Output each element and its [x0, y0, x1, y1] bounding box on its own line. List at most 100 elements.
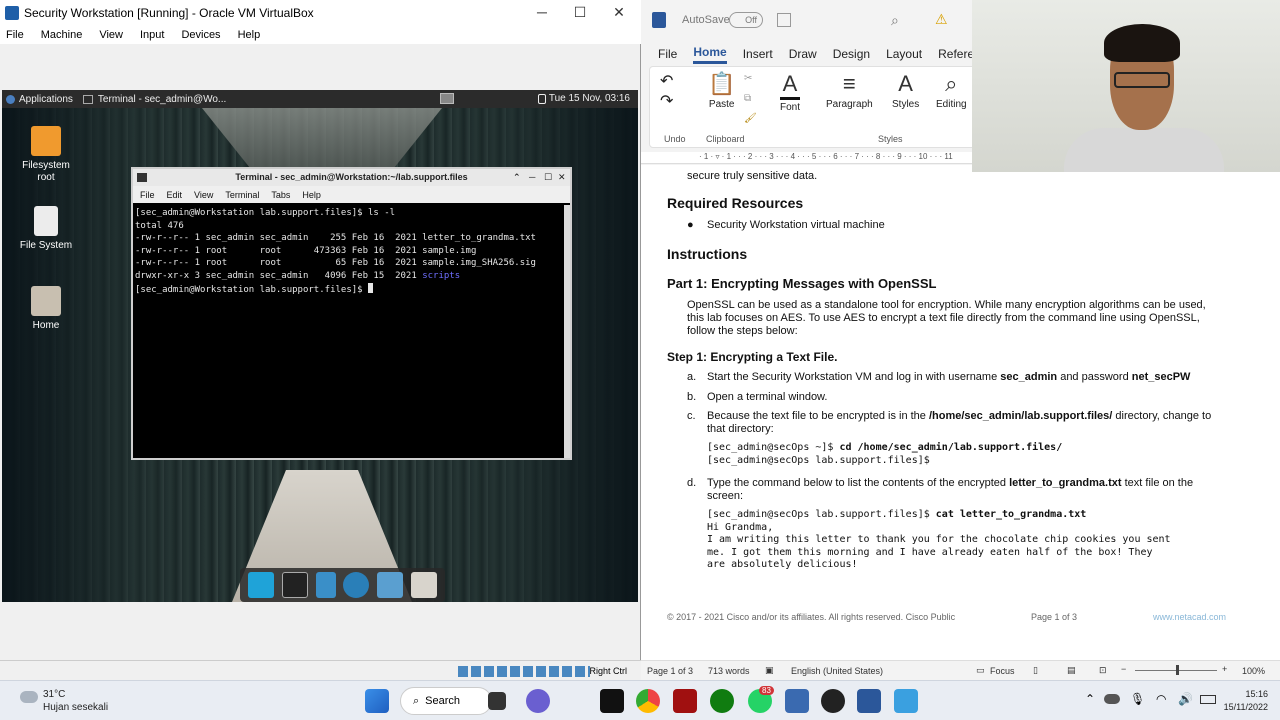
terminal-menu-view[interactable]: View	[194, 190, 213, 200]
search-icon[interactable]	[377, 572, 404, 598]
search-icon[interactable]: ⌕	[891, 12, 899, 29]
terminal-launcher-icon[interactable]	[281, 572, 308, 598]
browser-icon[interactable]	[343, 572, 370, 598]
zoom-out-icon[interactable]: −	[1121, 664, 1126, 674]
status-language[interactable]: English (United States)	[791, 666, 883, 676]
panel-task-terminal[interactable]: Terminal - sec_admin@Wo...	[98, 94, 226, 105]
task-view-icon[interactable]	[488, 692, 506, 710]
battery-icon[interactable]	[1200, 695, 1216, 704]
print-layout-icon[interactable]: ▤	[1067, 665, 1076, 676]
tab-layout[interactable]: Layout	[886, 47, 922, 61]
terminal-window[interactable]: Terminal - sec_admin@Workstation:~/lab.s…	[131, 167, 572, 460]
status-focus[interactable]: Focus	[990, 666, 1015, 676]
desktop-icon-home[interactable]: Home	[16, 286, 76, 331]
autosave-toggle[interactable]: Off	[729, 12, 763, 28]
terminal-scrollbar[interactable]	[564, 205, 570, 458]
chevron-up-icon[interactable]: ⌃	[1085, 692, 1095, 706]
heading-required-resources: Required Resources	[667, 195, 804, 211]
desktop-icon-filesystem-root[interactable]: Filesystem root	[16, 126, 76, 184]
app-red-icon[interactable]	[673, 689, 697, 713]
maximize-icon[interactable]: ☐	[565, 4, 595, 21]
onedrive-icon[interactable]	[1104, 694, 1120, 704]
status-zoom[interactable]: 100%	[1242, 666, 1265, 676]
wifi-icon[interactable]: ◠	[1156, 692, 1166, 706]
xbox-icon[interactable]	[710, 689, 734, 713]
desktop-icon[interactable]	[247, 572, 274, 598]
volume-icon[interactable]: 🔊	[1178, 692, 1193, 706]
code-block-c: [sec_admin@secOps ~]$ cd /home/sec_admin…	[707, 442, 1267, 467]
vbox-titlebar[interactable]: Security Workstation [Running] - Oracle …	[0, 0, 641, 26]
home-folder-icon	[31, 286, 61, 316]
windows-start-icon[interactable]	[365, 689, 389, 713]
terminal-dir-meta: drwxr-xr-x 3 sec_admin sec_admin 4096 Fe…	[135, 270, 423, 281]
warning-icon[interactable]: ⚠	[935, 11, 948, 28]
tab-insert[interactable]: Insert	[743, 47, 773, 61]
editing-button[interactable]: ⌕ Editing	[936, 71, 967, 110]
file-manager-icon[interactable]	[315, 572, 336, 598]
vbox-menu-view[interactable]: View	[99, 29, 123, 41]
folder-icon[interactable]	[411, 572, 438, 598]
applications-icon	[6, 94, 15, 104]
undo-icon[interactable]: ↶	[660, 71, 673, 91]
maximize-icon[interactable]: ☐	[544, 169, 552, 186]
notion-icon[interactable]	[600, 689, 624, 713]
web-layout-icon[interactable]: ⊡	[1099, 665, 1107, 676]
status-words[interactable]: 713 words	[708, 666, 750, 676]
read-mode-icon[interactable]: ▯	[1033, 665, 1038, 676]
vbox-menu-file[interactable]: File	[6, 29, 24, 41]
close-icon[interactable]: ✕	[604, 4, 634, 21]
tab-draw[interactable]: Draw	[789, 47, 817, 61]
terminal-menu-help[interactable]: Help	[302, 190, 321, 200]
terminal-titlebar[interactable]: Terminal - sec_admin@Workstation:~/lab.s…	[133, 169, 570, 186]
save-icon[interactable]	[777, 13, 791, 27]
teams-chat-icon[interactable]	[526, 689, 550, 713]
virtualbox-icon[interactable]	[785, 689, 809, 713]
tab-home[interactable]: Home	[693, 45, 727, 64]
terminal-menu-edit[interactable]: Edit	[167, 190, 183, 200]
format-painter-icon[interactable]: 🖌	[744, 113, 757, 124]
tab-design[interactable]: Design	[833, 47, 870, 61]
zoom-in-icon[interactable]: +	[1222, 664, 1227, 674]
styles-button[interactable]: A Styles	[892, 71, 919, 110]
zoom-slider-thumb[interactable]	[1176, 665, 1179, 675]
terminal-menu-terminal[interactable]: Terminal	[225, 190, 259, 200]
microphone-icon[interactable]: 🎙	[1130, 692, 1145, 706]
guest-clock[interactable]: Tue 15 Nov, 03:16	[549, 93, 630, 104]
steam-icon[interactable]	[821, 689, 845, 713]
weather-widget[interactable]: 31°C Hujan sesekali	[20, 688, 108, 714]
applications-menu[interactable]: Applications	[19, 94, 73, 105]
vbox-menu-devices[interactable]: Devices	[181, 29, 220, 41]
terminal-menu-file[interactable]: File	[140, 190, 155, 200]
minimize-icon[interactable]: ─	[529, 169, 535, 186]
terminal-output[interactable]: [sec_admin@Workstation lab.support.files…	[135, 207, 560, 457]
document-page[interactable]: secure truly sensitive data. Required Re…	[641, 165, 1280, 660]
system-clock[interactable]: 15:16 15/11/2022	[1224, 688, 1268, 714]
chevron-up-icon[interactable]: ⌃	[513, 169, 521, 186]
workspace-icon[interactable]	[440, 93, 454, 104]
paragraph-button[interactable]: ≡ Paragraph	[826, 71, 873, 110]
chrome-icon[interactable]	[636, 689, 660, 713]
redo-icon[interactable]: ↷	[660, 91, 673, 111]
snipping-tool-icon[interactable]	[894, 689, 918, 713]
terminal-icon	[137, 173, 147, 182]
vbox-menu-input[interactable]: Input	[140, 29, 164, 41]
tab-file[interactable]: File	[658, 47, 677, 61]
close-icon[interactable]: ✕	[558, 169, 566, 186]
desktop-icon-file-system[interactable]: File System	[16, 206, 76, 251]
lock-icon[interactable]	[538, 94, 546, 104]
proofing-icon[interactable]: ▣	[765, 665, 774, 676]
paragraph-icon: ≡	[842, 71, 856, 96]
cut-icon[interactable]: ✂	[744, 73, 752, 84]
word-icon[interactable]	[857, 689, 881, 713]
heading-instructions: Instructions	[667, 246, 748, 262]
vbox-menu-machine[interactable]: Machine	[41, 29, 83, 41]
font-button[interactable]: A Font	[780, 71, 801, 113]
vbox-menu-help[interactable]: Help	[238, 29, 261, 41]
paste-button[interactable]: 📋 Paste	[708, 71, 735, 110]
focus-icon[interactable]: ▭	[976, 665, 985, 676]
status-page[interactable]: Page 1 of 3	[647, 666, 693, 676]
minimize-icon[interactable]: ─	[527, 4, 557, 20]
copy-icon[interactable]: ⧉	[744, 93, 751, 104]
taskbar-search[interactable]: ⌕ Search	[400, 687, 492, 715]
terminal-menu-tabs[interactable]: Tabs	[271, 190, 290, 200]
